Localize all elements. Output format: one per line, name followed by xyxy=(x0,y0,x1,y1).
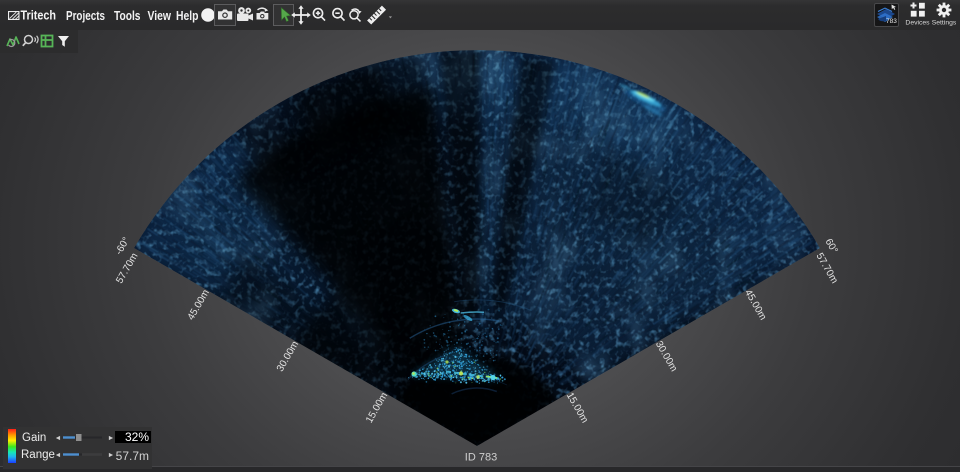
svg-text:15.00m: 15.00m xyxy=(364,391,390,425)
svg-text:45.00m: 45.00m xyxy=(186,288,212,322)
svg-text:View: View xyxy=(148,8,172,23)
svg-text:ID 783: ID 783 xyxy=(465,452,497,464)
svg-text:Devices: Devices xyxy=(905,20,930,27)
svg-text:57.70m: 57.70m xyxy=(813,251,839,285)
svg-text:30.00m: 30.00m xyxy=(275,339,301,373)
svg-text:15.00m: 15.00m xyxy=(564,391,590,425)
svg-text:60°: 60° xyxy=(823,237,840,256)
svg-text:Tools: Tools xyxy=(114,8,141,23)
svg-text:57.70m: 57.70m xyxy=(114,251,140,285)
svg-text:783: 783 xyxy=(886,18,897,25)
svg-text:Tritech: Tritech xyxy=(21,8,57,23)
svg-text:30.00m: 30.00m xyxy=(653,339,679,373)
svg-text:Help: Help xyxy=(176,8,199,23)
svg-text:Projects: Projects xyxy=(66,8,105,23)
svg-text:Settings: Settings xyxy=(932,20,957,27)
svg-text:45.00m: 45.00m xyxy=(742,288,768,322)
